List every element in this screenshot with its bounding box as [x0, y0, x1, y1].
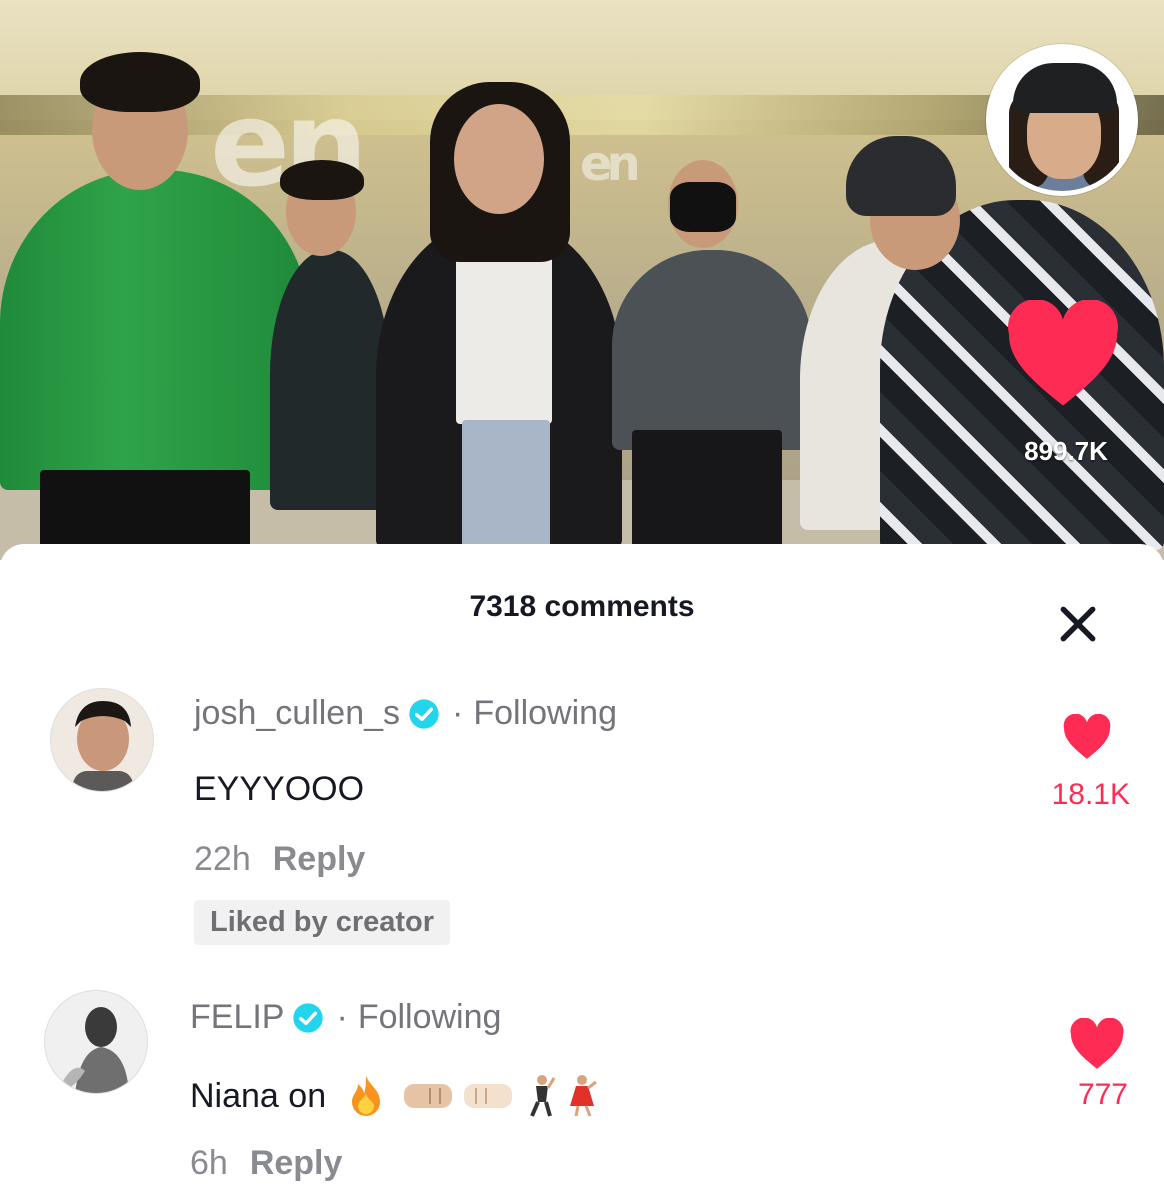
- reply-button[interactable]: Reply: [273, 840, 366, 878]
- comment-item: FELIP · Following Niana on 6h Reply 777: [0, 990, 1164, 1200]
- fist-bump-right-emoji-icon: [464, 1084, 513, 1108]
- video-person-mask: [670, 182, 736, 232]
- separator-dot: ·: [452, 694, 464, 732]
- comment-username[interactable]: FELIP: [190, 998, 284, 1037]
- comment-text: Niana on: [190, 1076, 327, 1115]
- verified-badge-icon: [409, 698, 439, 729]
- video-person-jeans: [462, 420, 550, 550]
- reply-button[interactable]: Reply: [250, 1144, 343, 1182]
- comment-meta: 6h Reply: [190, 1144, 342, 1183]
- video-person-hair: [280, 160, 364, 200]
- video-person-hair: [80, 52, 200, 112]
- close-icon[interactable]: [1056, 602, 1100, 646]
- svg-text:en: en: [580, 136, 638, 192]
- following-status: Following: [473, 694, 617, 732]
- commenter-avatar[interactable]: [50, 688, 154, 792]
- comment-username[interactable]: josh_cullen_s: [194, 694, 400, 733]
- comments-count-title: 7318 comments: [469, 590, 695, 623]
- video-person-green-jacket: [0, 170, 310, 490]
- comment-time: 22h: [194, 840, 251, 878]
- man-dancing-emoji-icon: [530, 1075, 556, 1117]
- comments-panel: 7318 comments josh_cullen_s · Following …: [0, 544, 1164, 1200]
- comment-like-heart-icon[interactable]: [1068, 1018, 1126, 1070]
- woman-dancing-emoji-icon: [570, 1075, 598, 1117]
- comment-item: josh_cullen_s · Following EYYYOOO 22h Rep…: [0, 684, 1164, 964]
- verified-badge-icon: [293, 1002, 324, 1033]
- video-like-count: 899.7K: [1024, 436, 1108, 466]
- comment-username-row: josh_cullen_s · Following: [194, 694, 617, 733]
- video-person-dark-sweater: [270, 250, 390, 510]
- comment-text: EYYYOOO: [194, 770, 365, 808]
- creator-avatar[interactable]: [986, 44, 1138, 196]
- separator-dot: ·: [336, 998, 348, 1036]
- comment-like-heart-icon[interactable]: [1062, 714, 1112, 760]
- comment-like-count: 18.1K: [1051, 778, 1130, 811]
- comment-meta: 22h Reply: [194, 840, 365, 879]
- comment-like-count: 777: [1077, 1078, 1128, 1111]
- video-person-grey-tee: [612, 250, 812, 450]
- fire-emoji-icon: [352, 1076, 381, 1116]
- comment-username-row: FELIP · Following: [190, 998, 501, 1037]
- commenter-avatar[interactable]: [44, 990, 148, 1094]
- liked-by-creator-badge: Liked by creator: [194, 900, 451, 945]
- comment-text-row: Niana on: [190, 1074, 598, 1118]
- video-player[interactable]: en en 899.7K: [0, 0, 1164, 560]
- video-person-head: [454, 104, 544, 214]
- like-heart-icon[interactable]: [1004, 300, 1122, 408]
- video-person-pants: [632, 430, 782, 550]
- following-status: Following: [357, 998, 502, 1036]
- video-person-cap: [846, 136, 956, 216]
- comment-time: 6h: [190, 1144, 228, 1182]
- creator-avatar-cap: [1013, 63, 1117, 113]
- fist-bump-left-emoji-icon: [404, 1084, 453, 1108]
